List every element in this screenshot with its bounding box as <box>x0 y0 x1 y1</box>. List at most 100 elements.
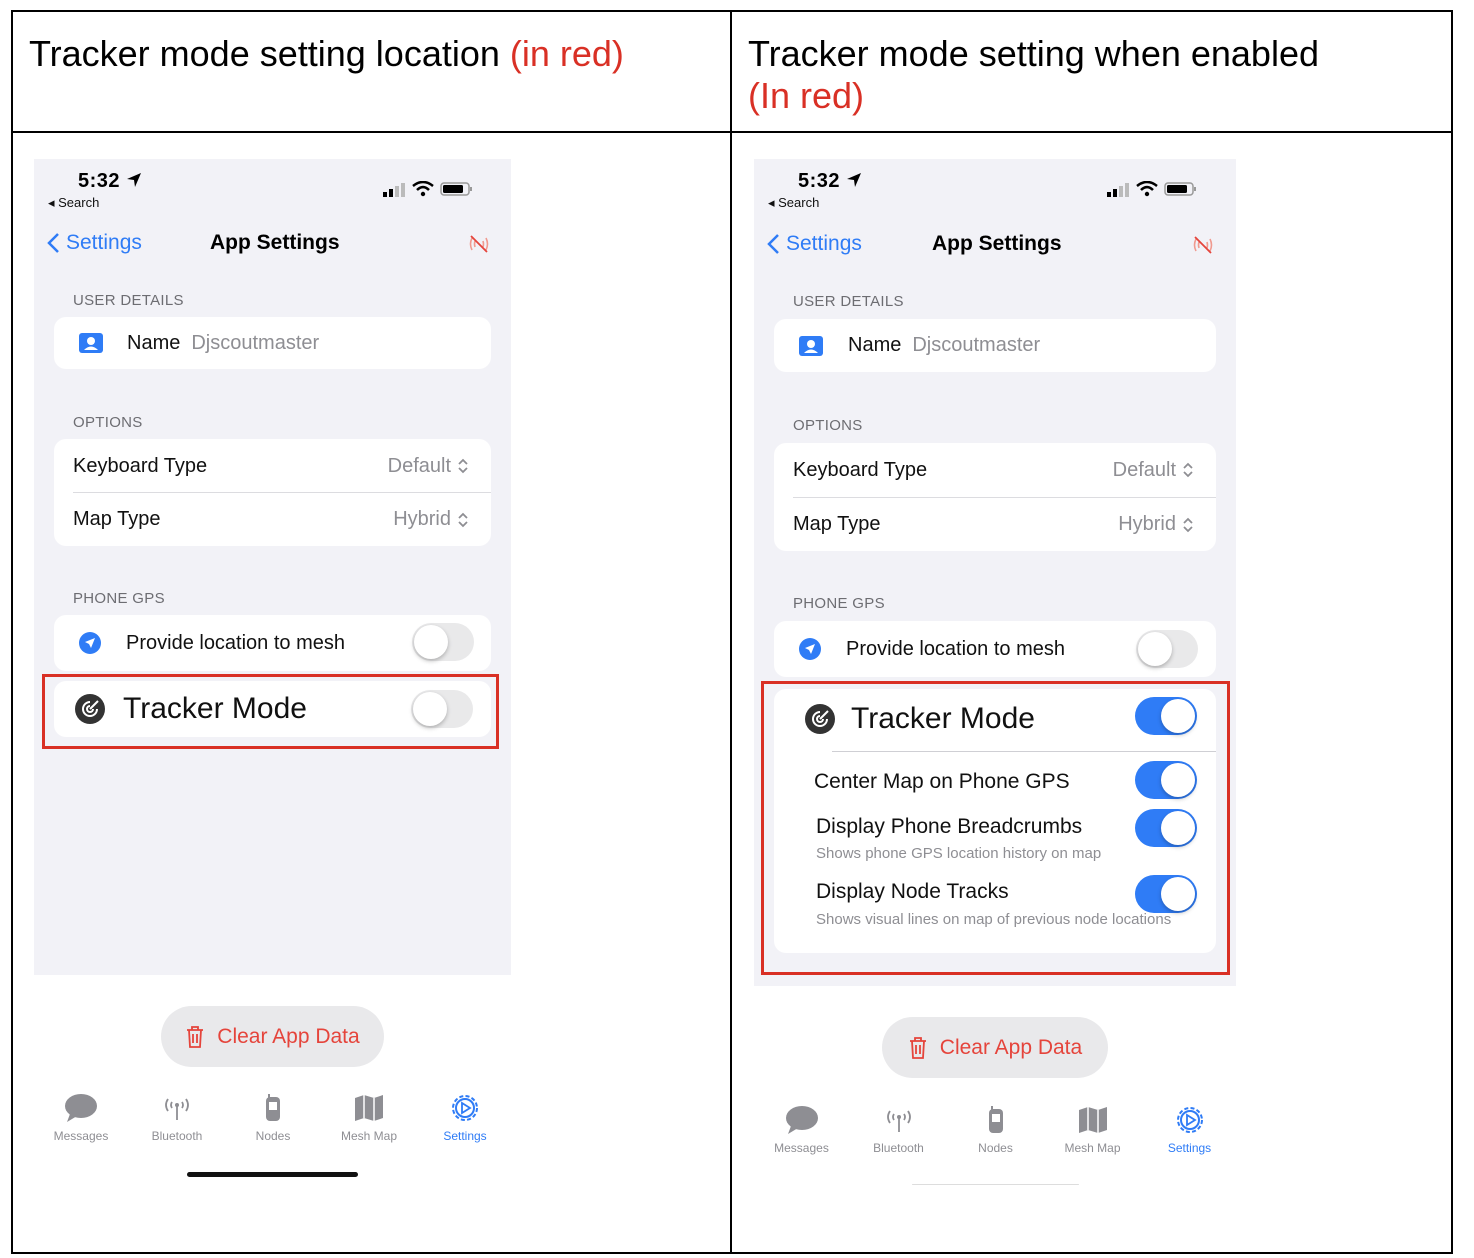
page-title: App Settings <box>932 232 1062 255</box>
tracker-mode-highlight-box <box>761 681 1230 975</box>
radio-device-icon <box>266 1094 280 1121</box>
provide-location-label: Provide location to mesh <box>126 631 346 654</box>
status-icons <box>1106 181 1198 197</box>
right-header-highlight: (In red) <box>748 75 865 116</box>
keyboard-type-picker[interactable]: Default <box>1113 459 1194 482</box>
wifi-icon <box>412 181 434 197</box>
location-arrow-circle-icon <box>799 638 821 660</box>
keyboard-type-label: Keyboard Type <box>73 454 208 477</box>
signal-icon <box>383 183 405 197</box>
options-section-label: OPTIONS <box>73 414 143 431</box>
antenna-off-icon[interactable] <box>468 233 490 255</box>
map-type-row[interactable]: Map Type Hybrid <box>54 493 491 546</box>
phone-gps-card: Provide location to mesh <box>54 615 491 671</box>
map-icon <box>1078 1107 1107 1133</box>
chevron-left-icon <box>767 234 779 254</box>
provide-location-toggle[interactable] <box>1136 630 1198 668</box>
wifi-icon <box>1136 181 1158 197</box>
antenna-icon <box>886 1110 911 1132</box>
updown-chevron-icon <box>1183 462 1193 478</box>
map-type-picker[interactable]: Hybrid <box>393 508 469 531</box>
options-section-label: OPTIONS <box>793 417 863 434</box>
name-field[interactable]: Djscoutmaster <box>191 332 319 355</box>
contact-card-icon <box>799 335 823 356</box>
user-details-section-label: USER DETAILS <box>73 292 184 309</box>
options-card: Keyboard Type Default Map Type Hybrid <box>54 439 491 546</box>
updown-chevron-icon <box>1183 517 1193 532</box>
tab-messages[interactable]: Messages <box>33 1093 129 1143</box>
right-header: Tracker mode setting when enabled (In re… <box>748 33 1319 117</box>
name-label: Name <box>848 334 902 356</box>
tab-messages[interactable]: Messages <box>753 1105 850 1155</box>
name-row[interactable]: Name Djscoutmaster <box>774 319 1216 372</box>
antenna-off-icon[interactable] <box>1192 234 1214 256</box>
table-column-divider <box>730 10 732 1254</box>
name-field[interactable]: Djscoutmaster <box>912 334 1040 357</box>
options-card: Keyboard Type Default Map Type Hybrid <box>774 443 1216 551</box>
status-time: 5:32 <box>798 170 862 193</box>
tab-bar: Messages Bluetooth Nodes Mesh Map Settin… <box>753 1105 1238 1155</box>
tab-nodes[interactable]: Nodes <box>947 1105 1044 1155</box>
map-icon <box>355 1095 383 1121</box>
name-row[interactable]: Name Djscoutmaster <box>54 317 491 369</box>
table-row-divider <box>11 131 1453 133</box>
navigation-bar: Settings App Settings <box>34 225 511 265</box>
navigation-bar: Settings App Settings <box>754 226 1236 266</box>
tab-settings[interactable]: Settings <box>417 1093 513 1143</box>
left-header: Tracker mode setting location (in red) <box>29 33 624 75</box>
settings-back-button[interactable]: Settings <box>46 231 142 255</box>
tab-mesh-map[interactable]: Mesh Map <box>321 1093 417 1143</box>
map-type-label: Map Type <box>73 508 161 530</box>
status-icons <box>382 181 474 197</box>
home-indicator[interactable] <box>912 1184 1079 1185</box>
user-details-section-label: USER DETAILS <box>793 293 904 310</box>
signal-icon <box>1107 183 1129 197</box>
updown-chevron-icon <box>458 512 468 527</box>
tab-bluetooth[interactable]: Bluetooth <box>850 1105 947 1155</box>
map-type-row[interactable]: Map Type Hybrid <box>774 498 1216 551</box>
chevron-left-icon <box>47 233 59 253</box>
antenna-icon <box>165 1098 189 1120</box>
back-to-search[interactable]: ◂ Search <box>48 195 99 211</box>
tab-settings[interactable]: Settings <box>1141 1105 1238 1155</box>
home-indicator[interactable] <box>187 1172 358 1177</box>
speech-bubble-icon <box>785 1106 818 1134</box>
clear-app-data-button[interactable]: Clear App Data <box>161 1006 384 1067</box>
location-arrow-icon <box>127 173 142 187</box>
phone-gps-card: Provide location to mesh <box>774 621 1216 677</box>
gear-icon <box>1176 1107 1203 1133</box>
name-label: Name <box>127 331 181 354</box>
battery-icon <box>1164 182 1196 196</box>
provide-location-toggle[interactable] <box>412 623 474 661</box>
location-arrow-circle-icon <box>79 632 101 654</box>
phone-gps-section-label: PHONE GPS <box>73 590 165 607</box>
right-header-title: Tracker mode setting when enabled <box>748 33 1319 74</box>
page-title: App Settings <box>210 231 340 254</box>
tab-nodes[interactable]: Nodes <box>225 1093 321 1143</box>
keyboard-type-row[interactable]: Keyboard Type Default <box>774 443 1216 497</box>
map-type-picker[interactable]: Hybrid <box>1118 513 1194 536</box>
settings-back-button[interactable]: Settings <box>766 232 862 256</box>
tab-bluetooth[interactable]: Bluetooth <box>129 1093 225 1143</box>
left-phone-screenshot: 5:32 ◂ Search Settings App Settings USER… <box>34 159 511 975</box>
gear-icon <box>452 1095 478 1121</box>
phone-gps-section-label: PHONE GPS <box>793 595 885 612</box>
keyboard-type-label: Keyboard Type <box>793 458 928 481</box>
user-details-card: Name Djscoutmaster <box>774 319 1216 372</box>
clear-app-data-button[interactable]: Clear App Data <box>882 1017 1108 1078</box>
back-to-search[interactable]: ◂ Search <box>768 195 819 211</box>
trash-icon <box>187 1025 204 1048</box>
provide-location-label: Provide location to mesh <box>846 637 1066 660</box>
map-type-label: Map Type <box>793 513 881 535</box>
location-arrow-icon <box>847 173 862 187</box>
contact-card-icon <box>79 333 103 353</box>
updown-chevron-icon <box>458 458 468 474</box>
radio-device-icon <box>988 1106 1003 1133</box>
trash-icon <box>909 1036 926 1059</box>
keyboard-type-picker[interactable]: Default <box>388 455 469 478</box>
left-header-title: Tracker mode setting location <box>29 33 510 74</box>
keyboard-type-row[interactable]: Keyboard Type Default <box>54 439 491 493</box>
user-details-card: Name Djscoutmaster <box>54 317 491 369</box>
battery-icon <box>440 182 472 196</box>
tab-mesh-map[interactable]: Mesh Map <box>1044 1105 1141 1155</box>
